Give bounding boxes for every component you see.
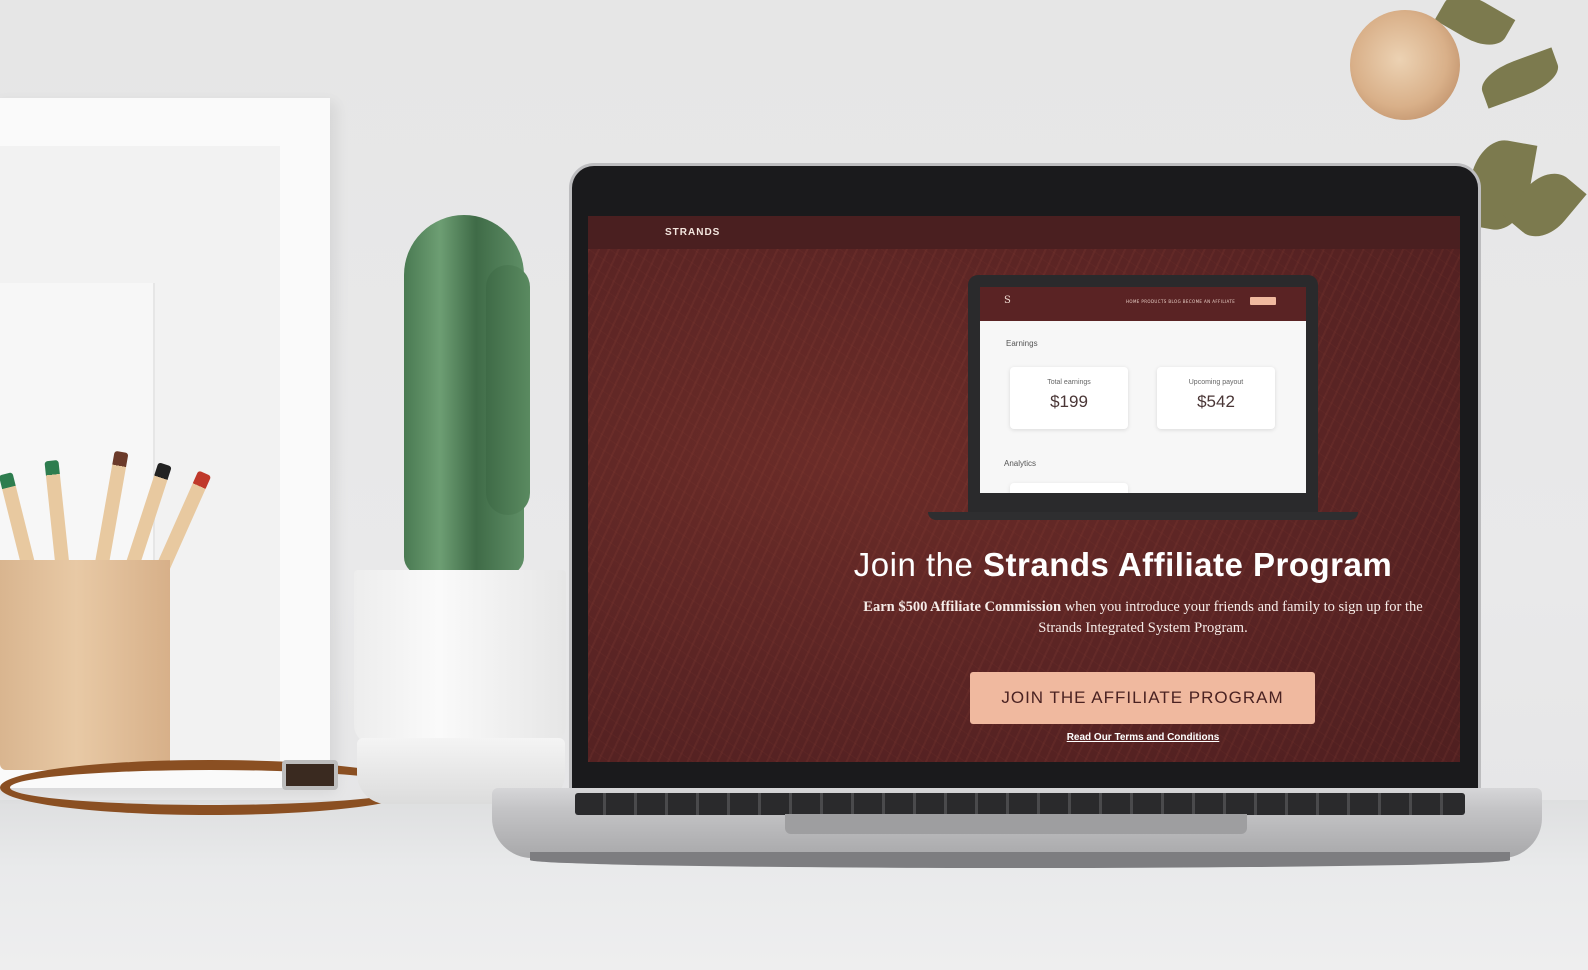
hero-subtitle: Earn $500 Affiliate Commission when you … — [843, 597, 1443, 639]
total-earnings-label: Total earnings — [1047, 379, 1091, 386]
hero-title: Join the Strands Affiliate Program — [818, 546, 1428, 584]
laptop-foot — [530, 852, 1510, 868]
analytics-card — [1010, 483, 1128, 493]
upcoming-payout-value: $542 — [1197, 392, 1235, 411]
laptop-trackpad — [785, 814, 1247, 834]
site-nav-bar: STRANDS — [588, 216, 1460, 249]
dashboard-mockup-links: HOME PRODUCTS BLOG BECOME AN AFFILIATE — [1126, 299, 1236, 304]
leaf — [1476, 47, 1564, 109]
upcoming-payout-label: Upcoming payout — [1188, 379, 1244, 386]
dashboard-mockup-screen: S HOME PRODUCTS BLOG BECOME AN AFFILIATE… — [980, 287, 1306, 493]
dashboard-mockup-button — [1250, 297, 1276, 305]
join-affiliate-button[interactable]: JOIN THE AFFILIATE PROGRAM — [970, 672, 1315, 724]
dashboard-mockup-logo: S — [1004, 295, 1011, 306]
hero-title-bold: Strands Affiliate Program — [983, 546, 1393, 583]
laptop-keyboard — [575, 793, 1465, 815]
upcoming-payout-card: Upcoming payout $542 — [1157, 367, 1275, 429]
analytics-heading: Analytics — [1004, 459, 1037, 468]
dashboard-mockup-base — [928, 512, 1358, 520]
total-earnings-value: $199 — [1050, 392, 1088, 411]
site-brand-link[interactable]: STRANDS — [665, 227, 720, 238]
hero-subtitle-bold: Earn $500 Affiliate Commission — [863, 599, 1062, 615]
dashboard-mockup: S HOME PRODUCTS BLOG BECOME AN AFFILIATE… — [968, 275, 1318, 513]
pencil-cup — [0, 560, 170, 770]
cactus-arm — [486, 265, 530, 515]
hero-subtitle-rest: when you introduce your friends and fami… — [1038, 599, 1423, 636]
total-earnings-card: Total earnings $199 — [1010, 367, 1128, 429]
hero-title-light: Join the — [853, 546, 984, 583]
laptop-screen: STRANDS S HOME PRODUCTS BLOG BECOME AN A… — [588, 216, 1460, 762]
earnings-heading: Earnings — [1006, 339, 1038, 348]
strap-buckle — [282, 760, 338, 790]
cactus-pot — [354, 570, 566, 745]
dashboard-mockup-nav: S HOME PRODUCTS BLOG BECOME AN AFFILIATE — [980, 287, 1306, 321]
dried-rose — [1350, 10, 1460, 120]
terms-link[interactable]: Read Our Terms and Conditions — [1018, 732, 1268, 743]
